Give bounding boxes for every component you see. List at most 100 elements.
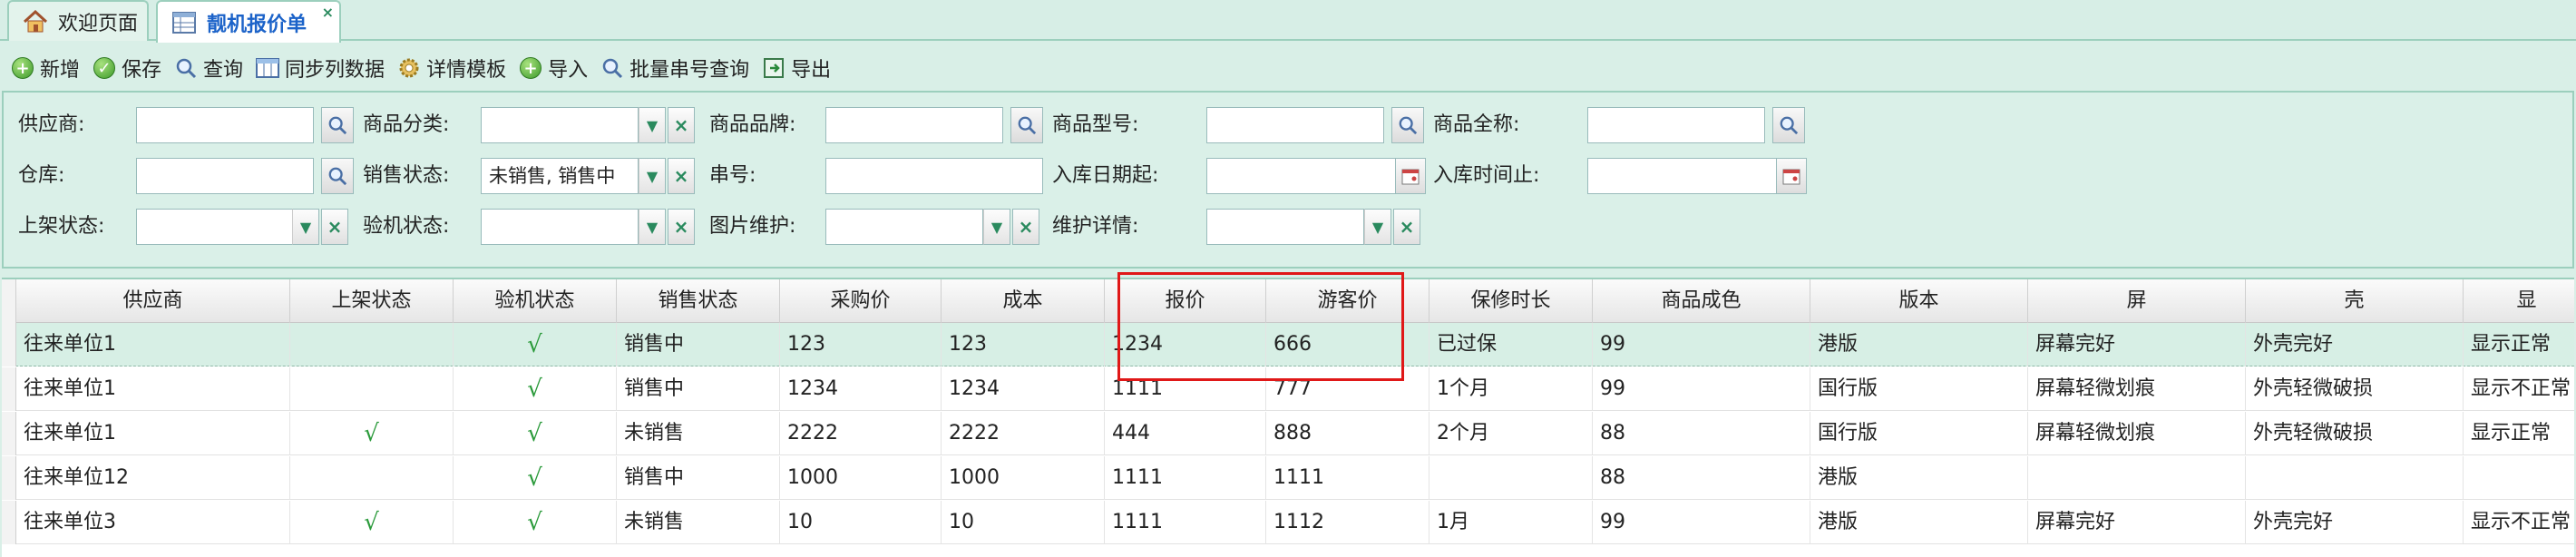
clear-icon[interactable]: × (1393, 209, 1420, 245)
cell-shelf-status[interactable]: √ (290, 412, 454, 455)
inspect-status-select[interactable] (481, 209, 639, 245)
cell-sales-status[interactable]: 销售中 (617, 456, 780, 500)
in-date-to-input[interactable] (1587, 158, 1778, 194)
cell-visitor-price[interactable]: 1111 (1266, 456, 1429, 500)
full-name-search-icon[interactable] (1772, 107, 1805, 143)
cell-screen[interactable] (2028, 456, 2246, 500)
cell-cost[interactable]: 1234 (942, 367, 1105, 411)
cell-condition[interactable]: 88 (1593, 456, 1810, 500)
cell-sales-status[interactable]: 销售中 (617, 367, 780, 411)
brand-input[interactable] (825, 107, 1003, 143)
clear-icon[interactable]: × (668, 209, 695, 245)
cell-version[interactable]: 港版 (1810, 323, 2028, 366)
shelf-status-select[interactable] (136, 209, 294, 245)
cell-supplier[interactable]: 往来单位12 (16, 456, 290, 500)
warehouse-input[interactable] (136, 158, 314, 194)
calendar-icon[interactable] (1776, 158, 1807, 194)
clear-icon[interactable]: × (668, 107, 695, 143)
cell-visitor-price[interactable]: 1112 (1266, 501, 1429, 544)
row-header-stub[interactable] (2, 367, 16, 411)
cell-version[interactable]: 国行版 (1810, 412, 2028, 455)
cell-shelf-status[interactable]: √ (290, 501, 454, 544)
cell-inspect-status[interactable]: √ (454, 323, 617, 366)
calendar-icon[interactable] (1395, 158, 1426, 194)
cell-condition[interactable]: 99 (1593, 501, 1810, 544)
chevron-down-icon[interactable]: ▼ (292, 209, 319, 245)
maint-detail-select[interactable] (1206, 209, 1364, 245)
cell-display[interactable]: 显示正常 (2464, 323, 2574, 366)
column-header-shelf-status[interactable]: 上架状态 (290, 279, 454, 323)
batch-serial-query-button[interactable]: 批量串号查询 (600, 50, 749, 86)
cell-inspect-status[interactable]: √ (454, 456, 617, 500)
cell-cost[interactable]: 2222 (942, 412, 1105, 455)
table-row[interactable]: 往来单位1 √ 销售中 123 123 1234 666 已过保 99 港版 屏幕完好 外壳完好 显示正… (2, 323, 2574, 366)
detail-template-button[interactable]: 详情模板 (397, 50, 506, 86)
column-header-supplier[interactable]: 供应商 (16, 279, 290, 323)
cell-display[interactable]: 显示不正常 (2464, 501, 2574, 544)
serial-input[interactable] (825, 158, 1043, 194)
cell-warranty[interactable]: 2个月 (1429, 412, 1593, 455)
row-header-stub[interactable] (2, 323, 16, 366)
cell-sales-status[interactable]: 未销售 (617, 412, 780, 455)
cell-shell[interactable]: 外壳轻微破损 (2246, 367, 2464, 411)
brand-search-icon[interactable] (1010, 107, 1043, 143)
column-header-condition[interactable]: 商品成色 (1593, 279, 1810, 323)
cell-quote[interactable]: 444 (1105, 412, 1266, 455)
chevron-down-icon[interactable]: ▼ (983, 209, 1010, 245)
cell-shelf-status[interactable] (290, 367, 454, 411)
column-header-display[interactable]: 显 (2464, 279, 2574, 323)
supplier-input[interactable] (136, 107, 314, 143)
column-header-visitor-price[interactable]: 游客价 (1266, 279, 1429, 323)
in-date-from-input[interactable] (1206, 158, 1397, 194)
table-row[interactable]: 往来单位3 √ √ 未销售 10 10 1111 1112 1月 99 港版 屏幕完好 外壳完好 显示不正… (2, 501, 2574, 544)
cell-condition[interactable]: 99 (1593, 367, 1810, 411)
image-maint-select[interactable] (825, 209, 983, 245)
export-button[interactable]: 导出 (762, 50, 831, 86)
cell-purchase-price[interactable]: 10 (780, 501, 942, 544)
cell-supplier[interactable]: 往来单位1 (16, 323, 290, 366)
table-row[interactable]: 往来单位1 √ 销售中 1234 1234 1111 777 1个月 99 国行版 屏幕轻微划痕 外壳… (2, 367, 2574, 411)
cell-purchase-price[interactable]: 1234 (780, 367, 942, 411)
cell-inspect-status[interactable]: √ (454, 412, 617, 455)
cell-screen[interactable]: 屏幕轻微划痕 (2028, 367, 2246, 411)
cell-display[interactable] (2464, 456, 2574, 500)
cell-quote[interactable]: 1234 (1105, 323, 1266, 366)
cell-sales-status[interactable]: 未销售 (617, 501, 780, 544)
cell-display[interactable]: 显示正常 (2464, 412, 2574, 455)
cell-sales-status[interactable]: 销售中 (617, 323, 780, 366)
query-button[interactable]: 查询 (174, 50, 243, 86)
cell-cost[interactable]: 10 (942, 501, 1105, 544)
model-search-icon[interactable] (1391, 107, 1424, 143)
clear-icon[interactable]: × (1012, 209, 1039, 245)
model-input[interactable] (1206, 107, 1384, 143)
cell-inspect-status[interactable]: √ (454, 501, 617, 544)
column-header-inspect-status[interactable]: 验机状态 (454, 279, 617, 323)
cell-supplier[interactable]: 往来单位1 (16, 412, 290, 455)
cell-screen[interactable]: 屏幕完好 (2028, 323, 2246, 366)
cell-quote[interactable]: 1111 (1105, 501, 1266, 544)
table-row[interactable]: 往来单位1 √ √ 未销售 2222 2222 444 888 2个月 88 国行版 屏幕轻微划痕 外壳… (2, 412, 2574, 455)
chevron-down-icon[interactable]: ▼ (639, 158, 666, 194)
cell-condition[interactable]: 99 (1593, 323, 1810, 366)
full-name-input[interactable] (1587, 107, 1765, 143)
cell-cost[interactable]: 1000 (942, 456, 1105, 500)
table-row[interactable]: 往来单位12 √ 销售中 1000 1000 1111 1111 88 港版 (2, 456, 2574, 500)
cell-warranty[interactable] (1429, 456, 1593, 500)
cell-shell[interactable]: 外壳完好 (2246, 323, 2464, 366)
cell-shell[interactable]: 外壳完好 (2246, 501, 2464, 544)
tab-welcome[interactable]: 欢迎页面 (7, 0, 149, 41)
column-header-cost[interactable]: 成本 (942, 279, 1105, 323)
column-header-screen[interactable]: 屏 (2028, 279, 2246, 323)
cell-purchase-price[interactable]: 1000 (780, 456, 942, 500)
column-header-purchase-price[interactable]: 采购价 (780, 279, 942, 323)
cell-condition[interactable]: 88 (1593, 412, 1810, 455)
cell-purchase-price[interactable]: 2222 (780, 412, 942, 455)
column-header-warranty[interactable]: 保修时长 (1429, 279, 1593, 323)
save-button[interactable]: ✓ 保存 (93, 50, 161, 86)
clear-icon[interactable]: × (321, 209, 348, 245)
cell-shelf-status[interactable] (290, 456, 454, 500)
cell-supplier[interactable]: 往来单位3 (16, 501, 290, 544)
chevron-down-icon[interactable]: ▼ (1364, 209, 1391, 245)
cell-shelf-status[interactable] (290, 323, 454, 366)
cell-warranty[interactable]: 1个月 (1429, 367, 1593, 411)
